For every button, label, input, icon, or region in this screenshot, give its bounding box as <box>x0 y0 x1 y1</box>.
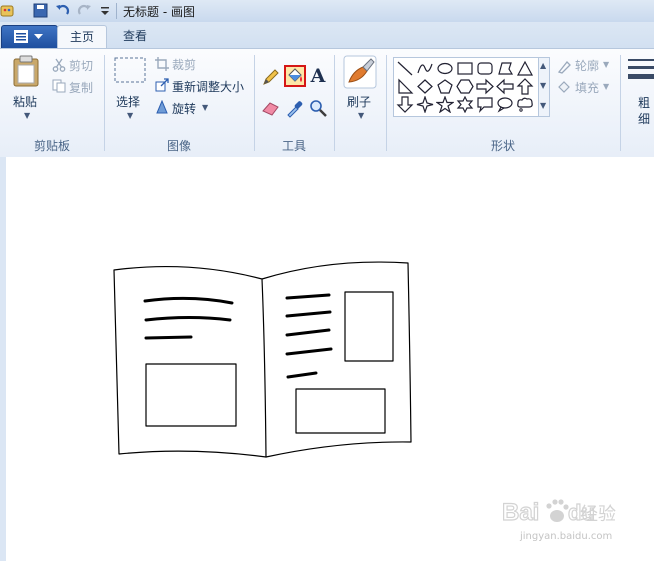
select-dropdown-icon[interactable]: ▼ <box>127 111 133 120</box>
watermark-url: jingyan.baidu.com <box>520 531 613 542</box>
right-text-line <box>285 328 331 337</box>
cloud-callout-shape-icon[interactable] <box>516 96 534 113</box>
menu-icon <box>14 30 28 43</box>
tab-view[interactable]: 查看 <box>112 25 158 47</box>
fill-bucket-icon[interactable] <box>284 65 306 87</box>
text-icon[interactable]: A <box>308 66 328 86</box>
eraser-icon[interactable] <box>261 98 281 118</box>
size-icon[interactable] <box>628 56 654 84</box>
ribbon: 粘贴 ▼ 剪切 复制 剪贴板 选择 ▼ 裁剪 重新调整大小 旋转 ▼ 图像 A … <box>0 48 654 158</box>
right-triangle-shape-icon[interactable] <box>396 78 414 95</box>
five-point-star-shape-icon[interactable] <box>436 96 454 113</box>
rectangle-shape-icon[interactable] <box>456 60 474 77</box>
cut-label[interactable]: 剪切 <box>69 57 93 74</box>
rect-callout-shape-icon[interactable] <box>476 96 494 113</box>
shapes-scrollbar[interactable]: ▲ ▼ ▼ <box>538 57 550 117</box>
left-text-line <box>143 296 234 305</box>
title-bar: 无标题 - 画图 <box>0 0 654 23</box>
color-picker-icon[interactable] <box>285 98 305 118</box>
hexagon-shape-icon[interactable] <box>456 78 474 95</box>
save-icon[interactable] <box>33 3 48 18</box>
right-text-line <box>286 371 318 379</box>
oval-shape-icon[interactable] <box>436 60 454 77</box>
fill-icon <box>558 81 570 93</box>
paint-menu-button[interactable] <box>1 25 58 49</box>
right-text-line <box>285 293 331 300</box>
brushes-label[interactable]: 刷子 <box>347 93 371 110</box>
window-title: 无标题 - 画图 <box>123 5 195 19</box>
right-arrow-shape-icon[interactable] <box>476 78 494 95</box>
left-text-line <box>144 335 193 340</box>
select-label[interactable]: 选择 <box>116 93 140 110</box>
right-image-box-bottom <box>295 388 386 434</box>
diamond-shape-icon[interactable] <box>416 78 434 95</box>
paint-app-icon[interactable] <box>0 3 15 18</box>
paste-label[interactable]: 粘贴 <box>13 93 37 110</box>
more-shapes-icon[interactable]: ▼ <box>540 101 546 110</box>
crop-label[interactable]: 裁剪 <box>172 56 196 73</box>
shapes-gallery <box>393 57 540 117</box>
clipboard-group-label: 剪贴板 <box>33 139 70 153</box>
outline-icon <box>557 61 571 74</box>
scissors-icon <box>52 58 66 72</box>
six-point-star-shape-icon[interactable] <box>456 96 474 113</box>
chevron-down-icon <box>34 34 43 39</box>
group-divider <box>620 55 621 151</box>
crop-icon <box>155 57 169 71</box>
tab-home[interactable]: 主页 <box>57 25 107 48</box>
size-label-top[interactable]: 粗 <box>638 94 650 111</box>
scroll-down-icon[interactable]: ▼ <box>540 81 546 90</box>
right-text-line <box>285 347 333 356</box>
magnifier-icon[interactable] <box>308 98 328 118</box>
oval-callout-shape-icon[interactable] <box>496 96 514 113</box>
redo-icon[interactable] <box>77 3 92 18</box>
rotate-label[interactable]: 旋转 <box>172 100 196 117</box>
rotate-icon <box>156 100 168 114</box>
select-icon[interactable] <box>114 57 146 85</box>
rotate-dropdown-icon[interactable]: ▼ <box>202 103 208 112</box>
outline-label[interactable]: 轮廓 <box>575 57 599 74</box>
right-text-line <box>285 310 332 318</box>
curve-shape-icon[interactable] <box>416 60 434 77</box>
resize-label[interactable]: 重新调整大小 <box>172 78 244 95</box>
resize-icon <box>155 78 169 92</box>
size-label-bottom[interactable]: 细 <box>638 110 650 127</box>
undo-icon[interactable] <box>55 3 70 18</box>
left-text-line <box>144 316 232 322</box>
paste-dropdown-icon[interactable]: ▼ <box>24 111 30 120</box>
group-divider <box>334 55 335 151</box>
image-group-label: 图像 <box>166 139 191 153</box>
left-arrow-shape-icon[interactable] <box>496 78 514 95</box>
copy-icon <box>52 79 66 93</box>
title-separator <box>116 3 117 19</box>
book-right-page <box>261 261 412 458</box>
fill-label[interactable]: 填充 <box>575 79 599 96</box>
customize-qat-icon[interactable] <box>98 3 113 18</box>
book-left-page <box>113 265 267 458</box>
four-point-star-shape-icon[interactable] <box>416 96 434 113</box>
tools-group-label: 工具 <box>281 139 306 153</box>
fill-dropdown-icon[interactable]: ▼ <box>603 82 609 91</box>
pentagon-shape-icon[interactable] <box>436 78 454 95</box>
outline-dropdown-icon[interactable]: ▼ <box>603 60 609 69</box>
copy-label[interactable]: 复制 <box>69 79 93 96</box>
paste-icon[interactable] <box>12 55 40 87</box>
up-arrow-shape-icon[interactable] <box>516 78 534 95</box>
brushes-dropdown-icon[interactable]: ▼ <box>358 111 364 120</box>
svg-text:Bai: Bai <box>502 499 539 526</box>
brush-icon[interactable] <box>343 55 377 89</box>
tab-row: 主页 查看 <box>0 22 654 49</box>
left-image-box <box>145 363 237 427</box>
right-image-box-top <box>344 291 394 362</box>
shapes-group-label: 形状 <box>490 139 515 153</box>
polygon-shape-icon[interactable] <box>496 60 514 77</box>
triangle-shape-icon[interactable] <box>516 60 534 77</box>
fill-bucket-glyph <box>288 68 302 82</box>
pencil-icon[interactable] <box>261 67 281 87</box>
scroll-up-icon[interactable]: ▲ <box>540 61 546 70</box>
rounded-rectangle-shape-icon[interactable] <box>476 60 494 77</box>
line-shape-icon[interactable] <box>396 60 414 77</box>
watermark-text: 经验 <box>580 504 616 525</box>
down-arrow-shape-icon[interactable] <box>396 96 414 113</box>
